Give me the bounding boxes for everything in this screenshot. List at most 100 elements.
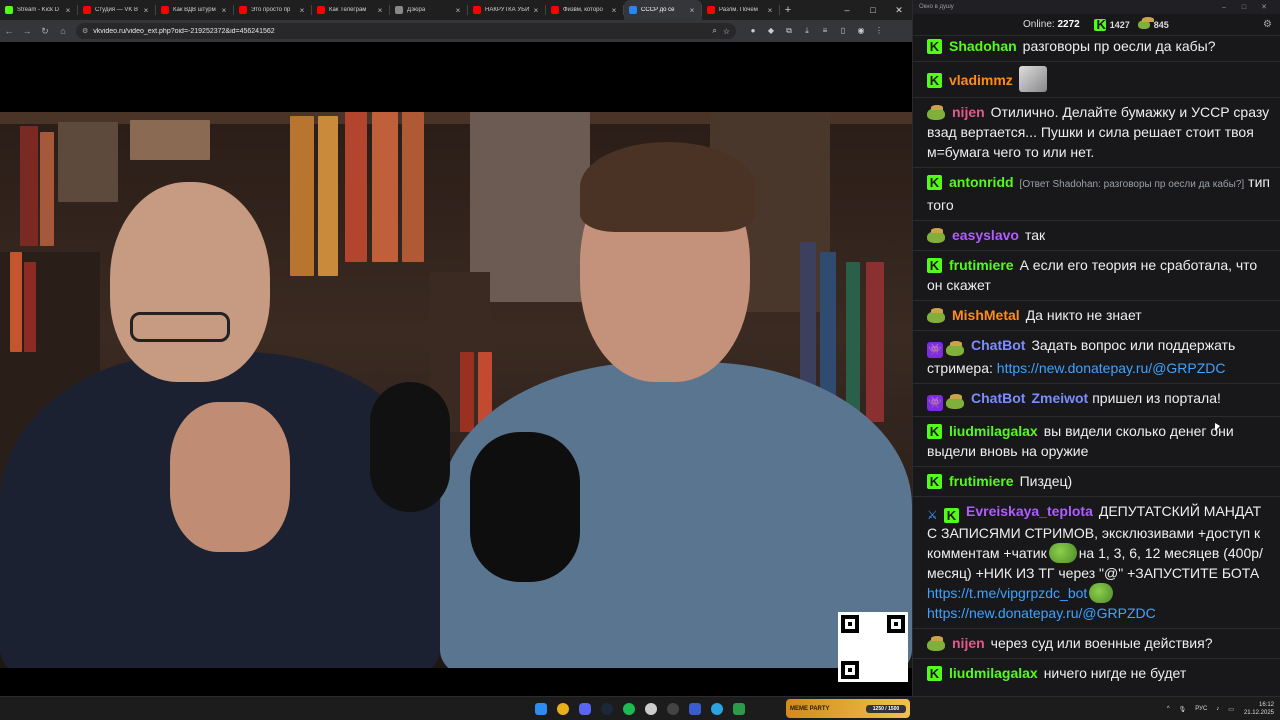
emote-image	[1018, 66, 1047, 92]
minimize-icon[interactable]: –	[1214, 4, 1234, 11]
chat-username[interactable]: Evreiskaya_teplota	[966, 503, 1093, 519]
desktop: Stream - Kick D × Студия — VK В × Как ВДВ шт…	[0, 0, 1280, 720]
start-icon[interactable]	[530, 699, 552, 719]
tab-close-icon[interactable]: ×	[766, 6, 774, 15]
qr-corner	[841, 615, 859, 633]
book	[24, 262, 36, 352]
minimize-icon[interactable]: –	[834, 0, 860, 20]
book	[10, 252, 22, 352]
chat-username[interactable]: liudmilagalax	[949, 665, 1038, 681]
zoom-icon[interactable]: ⌕	[712, 26, 716, 36]
pepe-badge-icon	[927, 228, 945, 243]
chat-username[interactable]: ChatBot	[971, 337, 1025, 353]
browser-tab[interactable]: Как Телеграм ×	[312, 0, 390, 20]
steam-icon[interactable]	[596, 699, 618, 719]
sidebar-icon[interactable]: ▯	[834, 26, 852, 36]
chat-username[interactable]: frutimiere	[949, 473, 1014, 489]
chat-username[interactable]: ChatBot	[971, 390, 1025, 406]
chat-message: ⚔Evreiskaya_teplotaДЕПУТАТСКИЙ МАНДАТ С …	[913, 497, 1280, 629]
chat-text: Да никто не знает	[1025, 307, 1142, 323]
app-icon[interactable]	[662, 699, 684, 719]
download-icon[interactable]: ⤓	[798, 26, 816, 36]
discord-icon[interactable]	[574, 699, 596, 719]
url-text[interactable]: vkvideo.ru/video_ext.php?oid=-219252372&…	[93, 28, 706, 35]
browser-tab[interactable]: Дзюра ×	[390, 0, 468, 20]
chat-username[interactable]: antonridd	[949, 174, 1014, 190]
network-icon[interactable]: ▭	[1228, 706, 1234, 713]
tab-close-icon[interactable]: ×	[688, 6, 696, 15]
settings-icon[interactable]: ⚙	[1263, 19, 1272, 30]
chat-message: easyslavo так	[913, 221, 1280, 251]
site-info-icon[interactable]: ⚙	[82, 27, 88, 35]
volume-icon[interactable]: ♪	[1216, 706, 1219, 712]
reload-icon[interactable]: ↻	[36, 26, 54, 37]
chat-username[interactable]: nijen	[952, 104, 985, 120]
menu-icon[interactable]: ⋮	[870, 26, 888, 36]
qr-code	[838, 612, 908, 682]
home-icon[interactable]: ⌂	[54, 26, 72, 36]
chat-link[interactable]: https://new.donatepay.ru/@GRPZDC	[927, 603, 1271, 623]
reply-reference[interactable]: [Ответ Shadohan: разговоры пр оесли да к…	[1020, 179, 1245, 190]
browser-tab[interactable]: Stream - Kick D ×	[0, 0, 78, 20]
tab-strip: Stream - Kick D × Студия — VK В × Как ВДВ шт…	[0, 0, 912, 20]
app-icon[interactable]	[728, 699, 750, 719]
browser-tab[interactable]: Как ВДВ штурм ×	[156, 0, 234, 20]
spotify-icon[interactable]	[618, 699, 640, 719]
extensions-puzzle-icon[interactable]: ⧉	[780, 26, 798, 36]
chat-message: antonridd [Ответ Shadohan: разговоры пр о…	[913, 168, 1280, 221]
language-indicator[interactable]: РУС	[1195, 706, 1207, 712]
maximize-icon[interactable]: □	[1234, 4, 1254, 11]
chat-link[interactable]: https://t.me/vipgrpzdc_bot	[927, 585, 1087, 601]
extension-icon[interactable]: ●	[744, 26, 762, 36]
back-icon[interactable]: ←	[0, 26, 18, 36]
meme-party-widget[interactable]: MEME PARTY 1250 / 1500	[786, 699, 910, 718]
kick-badge-icon	[927, 71, 942, 91]
tab-close-icon[interactable]: ×	[610, 6, 618, 15]
tray-chevron-icon[interactable]: ^	[1167, 706, 1170, 712]
book	[318, 116, 338, 276]
chat-link[interactable]: https://new.donatepay.ru/@GRPZDC	[997, 360, 1226, 376]
maximize-icon[interactable]: □	[860, 0, 886, 20]
tab-close-icon[interactable]: ×	[64, 6, 72, 15]
chat-username[interactable]: MishMetal	[952, 307, 1020, 323]
bookmark-star-icon[interactable]: ☆	[723, 27, 730, 36]
clock[interactable]: 16:12 21.12.2025	[1244, 701, 1274, 717]
book	[290, 116, 314, 276]
tab-close-icon[interactable]: ×	[454, 6, 462, 15]
chat-username[interactable]: vladimmz	[949, 72, 1013, 88]
chat-message: nijen через суд или военные действия?	[913, 629, 1280, 659]
chat-username[interactable]: liudmilagalax	[949, 423, 1038, 439]
mentioned-user[interactable]: Zmeiwot	[1031, 390, 1088, 406]
video-player[interactable]	[0, 112, 912, 668]
tab-close-icon[interactable]: ×	[220, 6, 228, 15]
new-tab-button[interactable]: +	[780, 0, 796, 20]
media-icon[interactable]: ≡	[816, 26, 834, 36]
close-icon[interactable]: ✕	[1254, 3, 1274, 11]
chat-text: через суд или военные действия?	[990, 634, 1213, 651]
browser-tab[interactable]: СССР до се ×	[624, 0, 702, 20]
browser-tab[interactable]: НАКРУТКА УБИ ×	[468, 0, 546, 20]
telegram-icon[interactable]	[706, 699, 728, 719]
tab-close-icon[interactable]: ×	[142, 6, 150, 15]
obs-icon[interactable]	[640, 699, 662, 719]
chat-username[interactable]: frutimiere	[949, 257, 1014, 273]
browser-tab[interactable]: Это просто пр ×	[234, 0, 312, 20]
address-bar[interactable]: ⚙ vkvideo.ru/video_ext.php?oid=-21925237…	[76, 23, 736, 39]
user-badges: 👾	[927, 394, 967, 411]
tab-close-icon[interactable]: ×	[376, 6, 384, 15]
forward-icon[interactable]: →	[18, 26, 36, 36]
browser-tab[interactable]: Студия — VK В ×	[78, 0, 156, 20]
extension-icon[interactable]: ◆	[762, 26, 780, 36]
tab-close-icon[interactable]: ×	[298, 6, 306, 15]
browser-tab[interactable]: Разлм. Почем ×	[702, 0, 780, 20]
microphone-icon[interactable]: 🎙︎	[1179, 706, 1187, 713]
chat-username[interactable]: nijen	[952, 635, 985, 651]
close-icon[interactable]: ✕	[886, 0, 912, 20]
chat-username[interactable]: Shadohan	[949, 38, 1017, 54]
profile-icon[interactable]: ◉	[852, 26, 870, 36]
tab-close-icon[interactable]: ×	[532, 6, 540, 15]
browser-tab[interactable]: Физвм, которо ×	[546, 0, 624, 20]
chrome-icon[interactable]	[552, 699, 574, 719]
chat-username[interactable]: easyslavo	[952, 227, 1019, 243]
media-player-icon[interactable]	[684, 699, 706, 719]
